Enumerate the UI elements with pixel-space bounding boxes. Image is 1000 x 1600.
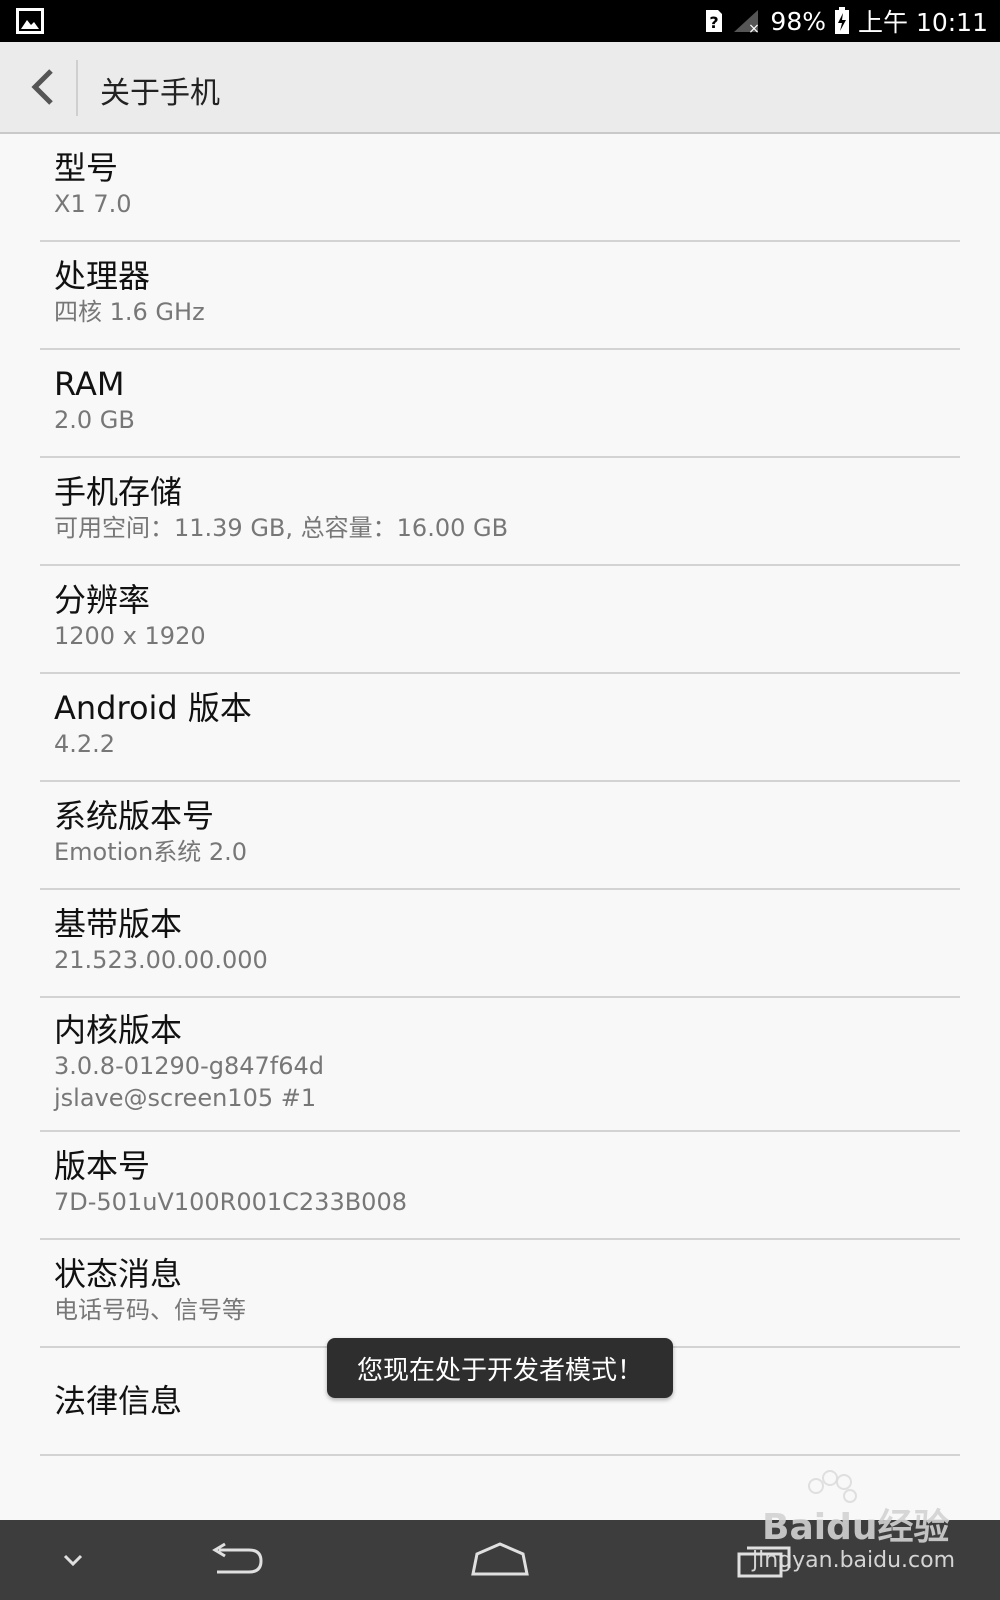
item-summary: Emotion系统 2.0 <box>54 838 247 866</box>
item-summary: 四核 1.6 GHz <box>54 298 205 326</box>
item-title: 型号 <box>54 149 119 187</box>
list-item-build-number[interactable]: 版本号 7D-501uV100R001C233B008 <box>40 1132 960 1240</box>
developer-mode-toast: 您现在处于开发者模式！ <box>327 1338 673 1398</box>
sim-unknown-icon: ? <box>706 10 723 32</box>
item-summary: 7D-501uV100R001C233B008 <box>54 1188 407 1216</box>
list-item-ram[interactable]: RAM 2.0 GB <box>40 350 960 458</box>
item-summary-line2: jslave@screen105 #1 <box>54 1084 317 1112</box>
back-arrow-icon <box>212 1542 263 1574</box>
chevron-left-icon <box>31 69 53 105</box>
item-summary: 4.2.2 <box>54 730 116 758</box>
gallery-icon <box>16 8 44 34</box>
page-title: 关于手机 <box>100 76 220 111</box>
battery-charging-icon <box>835 7 849 34</box>
list-item-processor[interactable]: 处理器 四核 1.6 GHz <box>40 242 960 350</box>
item-summary: 3.0.8-01290-g847f64d <box>54 1052 324 1080</box>
list-item-model[interactable]: 型号 X1 7.0 <box>40 134 960 242</box>
item-summary: X1 7.0 <box>54 190 132 218</box>
status-right: ? × 98% 上午 10:11 <box>704 0 988 42</box>
list-item-baseband-version[interactable]: 基带版本 21.523.00.00.000 <box>40 890 960 998</box>
item-title: 分辨率 <box>54 581 151 619</box>
home-button[interactable] <box>460 1530 540 1590</box>
hide-keyboard-icon <box>63 1554 83 1567</box>
svg-text:×: × <box>749 21 761 34</box>
hide-keyboard-button[interactable] <box>48 1530 98 1590</box>
list-item-android-version[interactable]: Android 版本 4.2.2 <box>40 674 960 782</box>
about-phone-list: 型号 X1 7.0 处理器 四核 1.6 GHz RAM 2.0 GB 手机存储… <box>40 134 960 1456</box>
list-item-storage[interactable]: 手机存储 可用空间：11.39 GB, 总容量：16.00 GB <box>40 458 960 566</box>
baidu-watermark: Baidu经验 jingyan.baidu.com <box>742 1470 982 1580</box>
item-title: 系统版本号 <box>54 797 215 835</box>
item-title: 处理器 <box>54 257 151 295</box>
item-title: 内核版本 <box>54 1011 183 1049</box>
home-icon <box>471 1542 529 1576</box>
item-title: Android 版本 <box>54 689 252 727</box>
status-bar: ? × 98% 上午 10:11 <box>0 0 1000 42</box>
battery-percent: 98% <box>770 6 826 36</box>
list-item-resolution[interactable]: 分辨率 1200 x 1920 <box>40 566 960 674</box>
item-title: 基带版本 <box>54 905 183 943</box>
clock: 上午 10:11 <box>858 8 988 37</box>
nav-back-button[interactable] <box>200 1530 270 1590</box>
watermark-brand: Baidu经验 <box>762 1507 950 1548</box>
watermark-url: jingyan.baidu.com <box>752 1548 956 1573</box>
item-title: 版本号 <box>54 1147 151 1185</box>
item-summary: 电话号码、信号等 <box>54 1296 246 1324</box>
item-title: 法律信息 <box>54 1382 183 1420</box>
back-button[interactable] <box>18 60 66 114</box>
svg-text:?: ? <box>710 13 719 32</box>
item-summary: 可用空间：11.39 GB, 总容量：16.00 GB <box>54 514 509 542</box>
action-bar-divider <box>76 60 78 116</box>
list-item-system-version[interactable]: 系统版本号 Emotion系统 2.0 <box>40 782 960 890</box>
list-item-kernel-version[interactable]: 内核版本 3.0.8-01290-g847f64d jslave@screen1… <box>40 998 960 1132</box>
item-summary: 2.0 GB <box>54 406 135 434</box>
item-summary: 21.523.00.00.000 <box>54 946 268 974</box>
action-bar: 关于手机 <box>0 42 1000 134</box>
list-item-status[interactable]: 状态消息 电话号码、信号等 <box>40 1240 960 1348</box>
item-summary: 1200 x 1920 <box>54 622 206 650</box>
item-title: 状态消息 <box>54 1255 183 1293</box>
item-title: RAM <box>54 365 125 403</box>
signal-no-service-icon: × <box>734 10 761 34</box>
item-title: 手机存储 <box>54 473 183 511</box>
